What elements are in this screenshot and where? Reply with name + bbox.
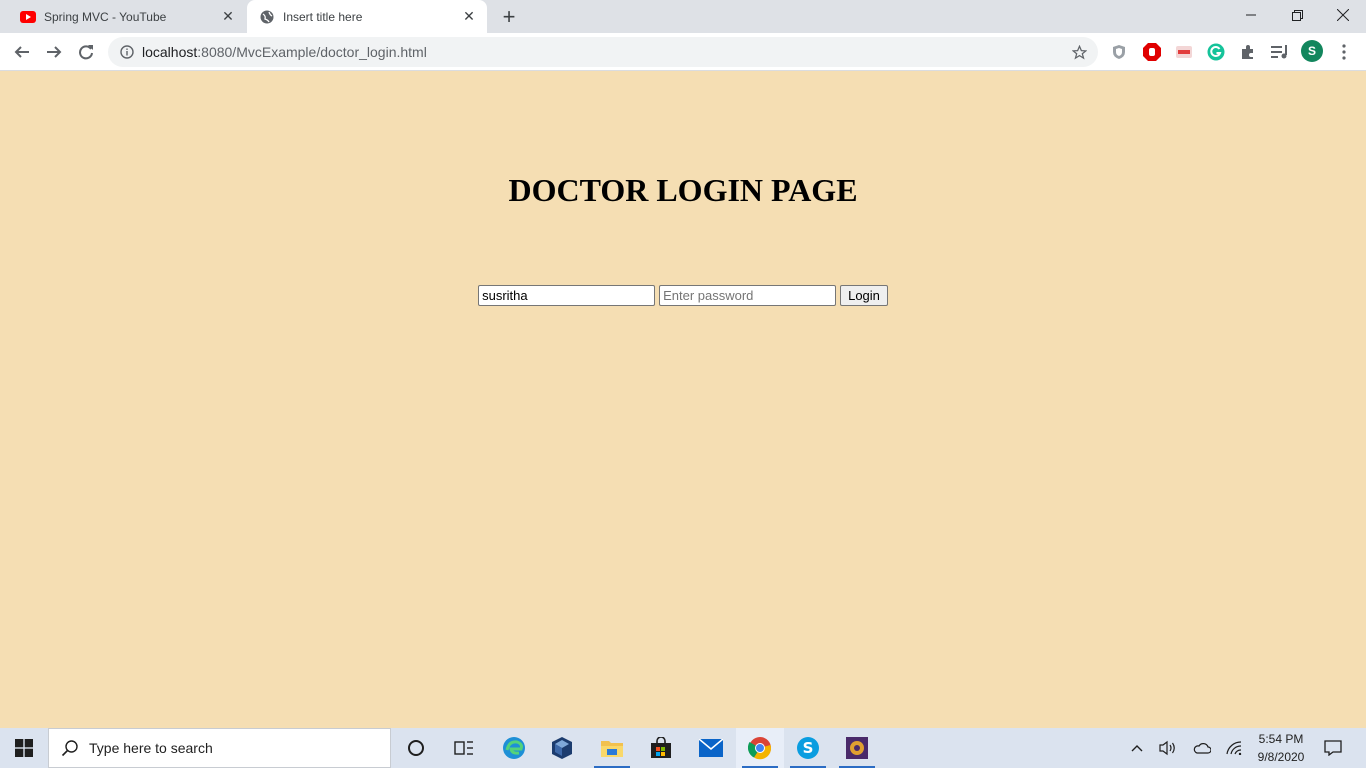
back-icon[interactable] xyxy=(7,37,37,67)
username-input[interactable] xyxy=(478,285,656,306)
app-settings-icon[interactable] xyxy=(833,728,881,768)
address-bar[interactable]: localhost:8080/MvcExample/doctor_login.h… xyxy=(108,37,1098,67)
url-text: localhost:8080/MvcExample/doctor_login.h… xyxy=(142,44,1064,60)
pdf-extension-icon[interactable] xyxy=(1174,42,1194,62)
wifi-icon[interactable] xyxy=(1222,728,1246,768)
search-icon xyxy=(61,739,79,757)
grammarly-icon[interactable] xyxy=(1206,42,1226,62)
password-input[interactable] xyxy=(659,285,837,306)
minimize-icon[interactable] xyxy=(1228,0,1274,30)
new-tab-button[interactable]: + xyxy=(496,5,522,29)
forward-icon[interactable] xyxy=(39,37,69,67)
task-view-icon[interactable] xyxy=(440,728,488,768)
extensions-puzzle-icon[interactable] xyxy=(1238,42,1258,62)
url-host: localhost xyxy=(142,44,198,60)
onedrive-icon[interactable] xyxy=(1190,728,1214,768)
windows-taskbar: Type here to search S 5:54 PM 9/8/2020 xyxy=(0,728,1366,768)
tab-title: Spring MVC - YouTube xyxy=(44,9,167,24)
shield-extension-icon[interactable] xyxy=(1109,42,1129,62)
notifications-icon[interactable] xyxy=(1320,728,1346,768)
close-tab-icon[interactable]: ✕ xyxy=(216,5,240,29)
cortana-icon[interactable] xyxy=(392,728,440,768)
close-window-icon[interactable] xyxy=(1320,0,1366,30)
store-icon[interactable] xyxy=(637,728,685,768)
tab-insert-title[interactable]: Insert title here ✕ xyxy=(247,0,487,33)
reload-icon[interactable] xyxy=(71,37,101,67)
chrome-icon[interactable] xyxy=(736,728,784,768)
adblock-extension-icon[interactable] xyxy=(1142,42,1162,62)
close-tab-icon[interactable]: ✕ xyxy=(457,5,481,29)
search-placeholder: Type here to search xyxy=(89,740,213,756)
tab-youtube[interactable]: Spring MVC - YouTube ✕ xyxy=(8,0,246,33)
restore-icon[interactable] xyxy=(1274,0,1320,30)
info-icon[interactable] xyxy=(112,45,142,59)
clock-time: 5:54 PM xyxy=(1258,732,1304,746)
url-path: :8080/MvcExample/doctor_login.html xyxy=(197,44,427,60)
show-hidden-icons-icon[interactable] xyxy=(1126,728,1148,768)
volume-icon[interactable] xyxy=(1156,728,1180,768)
edge-icon[interactable] xyxy=(490,728,538,768)
login-form: Login xyxy=(0,285,1366,306)
menu-kebab-icon[interactable] xyxy=(1334,42,1354,62)
mail-icon[interactable] xyxy=(687,728,735,768)
tab-title: Insert title here xyxy=(283,9,363,24)
browser-toolbar: localhost:8080/MvcExample/doctor_login.h… xyxy=(0,33,1366,71)
youtube-icon xyxy=(20,9,36,25)
globe-icon xyxy=(259,9,275,25)
tab-strip: Spring MVC - YouTube ✕ Insert title here… xyxy=(0,0,1366,33)
profile-avatar[interactable]: S xyxy=(1301,40,1323,62)
virtualbox-icon[interactable] xyxy=(538,728,586,768)
media-queue-icon[interactable] xyxy=(1270,42,1290,62)
page-content: DOCTOR LOGIN PAGE Login xyxy=(0,72,1366,728)
taskbar-search-input[interactable]: Type here to search xyxy=(48,728,391,768)
login-button[interactable]: Login xyxy=(840,285,888,306)
bookmark-star-icon[interactable] xyxy=(1064,44,1094,60)
file-explorer-icon[interactable] xyxy=(588,728,636,768)
skype-icon[interactable]: S xyxy=(784,728,832,768)
system-clock[interactable]: 5:54 PM 9/8/2020 xyxy=(1248,728,1314,768)
windows-start-icon[interactable] xyxy=(0,728,48,768)
svg-text:S: S xyxy=(803,739,814,757)
clock-date: 9/8/2020 xyxy=(1257,750,1305,764)
page-title: DOCTOR LOGIN PAGE xyxy=(508,172,858,208)
